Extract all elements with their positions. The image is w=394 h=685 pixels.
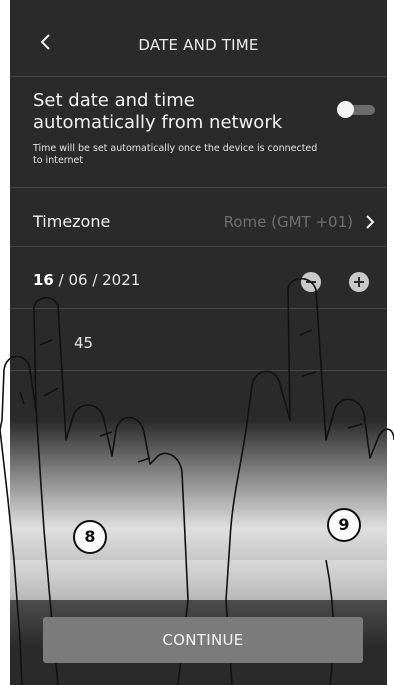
callout-9: 9 <box>327 508 361 542</box>
continue-button[interactable]: CONTINUE <box>43 617 363 663</box>
hand-illustrations <box>0 277 394 685</box>
callout-8: 8 <box>73 520 107 554</box>
